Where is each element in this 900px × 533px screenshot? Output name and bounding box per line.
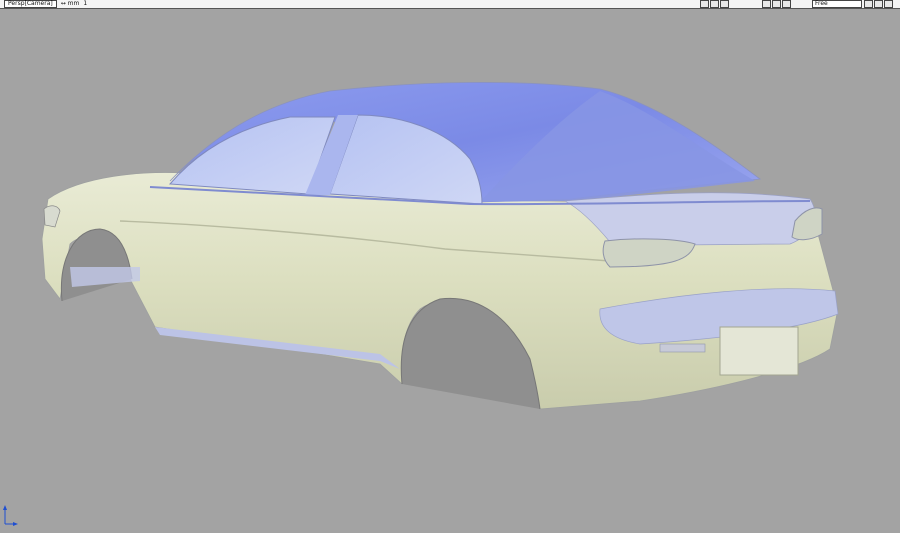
rear-reflector [659,343,706,353]
units-label: ↔ mm [60,0,80,7]
pan-icon[interactable] [772,0,781,8]
car-body-render [41,82,839,410]
window-tools-group [864,0,893,8]
view-tools-group [700,0,729,8]
cursor-icon[interactable] [710,0,719,8]
toolbar-left-group: Persp[Camera] ↔ mm 1 [4,0,87,8]
view-name-field[interactable]: Persp[Camera] [4,0,57,8]
fit-icon[interactable] [782,0,791,8]
3d-viewport[interactable] [0,9,900,529]
save-view-icon[interactable] [700,0,709,8]
viewport-toolbar: Persp[Camera] ↔ mm 1 Free [0,0,900,9]
close-icon[interactable] [884,0,893,8]
axis-gizmo-icon [3,505,18,526]
orbit-icon[interactable] [762,0,771,8]
camera-mode-select[interactable]: Free [812,0,862,8]
camera-tools-group [762,0,791,8]
layout-icon[interactable] [864,0,873,8]
license-plate [719,326,799,376]
zoom-icon[interactable] [720,0,729,8]
snap-label: 1 [83,0,88,7]
maximize-icon[interactable] [874,0,883,8]
inner-sill [70,267,140,287]
